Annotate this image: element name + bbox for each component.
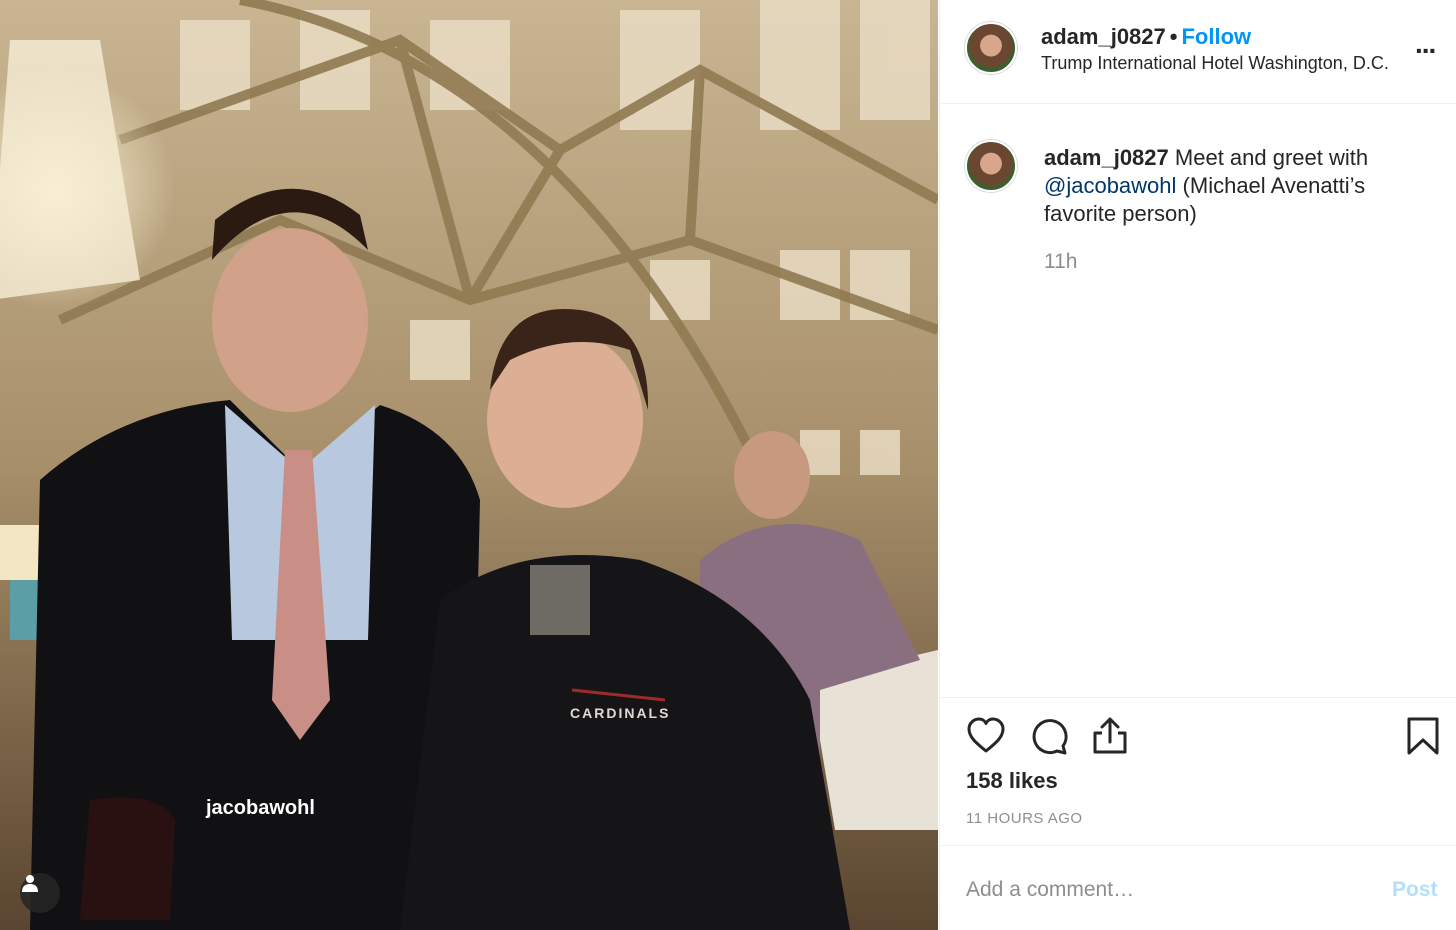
post-timestamp[interactable]: 11 HOURS AGO <box>966 810 1083 827</box>
post-comment-button[interactable]: Post <box>1392 878 1438 902</box>
like-count[interactable]: 158 likes <box>966 768 1058 794</box>
man-left-head <box>212 228 368 412</box>
lamp-base <box>10 580 40 640</box>
heart-icon <box>967 717 1005 753</box>
caption-text: adam_j0827 Meet and greet with @jacobawo… <box>1044 144 1424 228</box>
caption-username[interactable]: adam_j0827 <box>1044 145 1169 170</box>
share-button[interactable] <box>1090 716 1130 761</box>
location-link[interactable]: Trump International Hotel Washington, D.… <box>1041 53 1389 74</box>
save-button[interactable] <box>1406 716 1440 761</box>
comment-input[interactable] <box>966 874 1366 906</box>
header-separator: • <box>1169 24 1178 49</box>
post-side-panel: adam_j0827 • Follow Trump International Ho… <box>939 0 1456 930</box>
more-icon: ... <box>1415 28 1436 59</box>
header-username-row: adam_j0827 • Follow <box>1041 24 1251 50</box>
user-tag-icon <box>22 875 38 892</box>
like-button[interactable] <box>966 716 1006 761</box>
post-photo[interactable]: CARDINALS jacobawohl <box>0 0 938 930</box>
bookmark-icon <box>1407 717 1439 755</box>
more-options-button[interactable]: ... <box>1415 28 1436 59</box>
man-right-undershirt <box>530 565 590 635</box>
share-icon <box>1093 717 1127 754</box>
user-tag-button[interactable] <box>20 873 60 913</box>
comment-icon <box>1032 719 1068 755</box>
sweater-text: CARDINALS <box>570 705 670 721</box>
comment-button[interactable] <box>1028 716 1068 761</box>
caption-body: Meet and greet with <box>1174 145 1369 170</box>
post-header: adam_j0827 • Follow Trump International Ho… <box>940 0 1456 104</box>
avatar[interactable] <box>965 22 1017 74</box>
post-actions: 158 likes 11 HOURS AGO <box>940 697 1456 845</box>
wine-glass <box>80 797 175 920</box>
bg-man-head <box>734 431 810 519</box>
photo-user-tag[interactable]: jacobawohl <box>196 793 325 824</box>
caption-mention-link[interactable]: @jacobawohl <box>1044 173 1176 198</box>
photo-scene: CARDINALS <box>0 0 938 930</box>
caption-timestamp[interactable]: 11h <box>1044 250 1077 274</box>
header-username[interactable]: adam_j0827 <box>1041 24 1166 49</box>
follow-button[interactable]: Follow <box>1181 24 1251 49</box>
caption-avatar[interactable] <box>965 140 1017 192</box>
add-comment-bar: Post <box>940 845 1456 930</box>
